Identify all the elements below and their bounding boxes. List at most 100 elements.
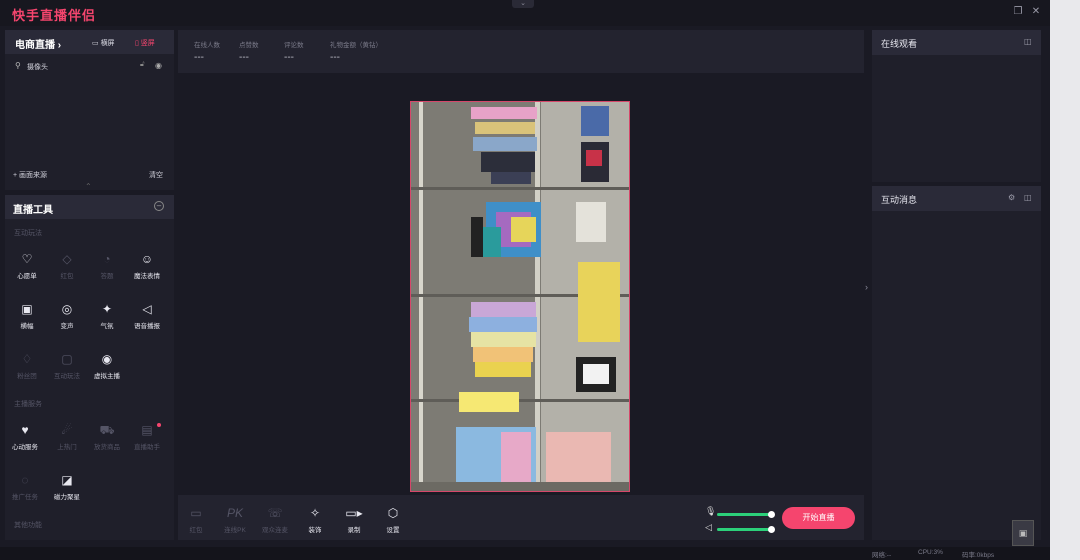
tool-red-packet[interactable]: ◇ 红包	[47, 250, 87, 284]
clear-button[interactable]: 清空	[149, 170, 163, 180]
cpu-status: CPU:3%	[918, 549, 943, 556]
popout-icon[interactable]: ◫	[1024, 37, 1032, 46]
portrait-toggle[interactable]: ▯ 竖屏	[135, 38, 155, 48]
tool-virtual-anchor[interactable]: ◉ 虚拟主播	[87, 350, 127, 384]
stat-label: 在线人数	[194, 42, 220, 49]
quiz-icon: ◔	[103, 252, 111, 266]
stat-label: 礼物金额（黄钻）	[330, 42, 382, 49]
tool-label: 气氛	[100, 323, 114, 330]
stat-online: 在线人数 ---	[194, 39, 220, 63]
speaker-icon: ◁	[142, 302, 152, 316]
bottom-tool-label: 红包	[189, 527, 203, 534]
voice-change-icon: ◎	[61, 302, 73, 316]
messages-title: 互动消息	[881, 195, 918, 205]
source-item-camera[interactable]: ⚲ 摄像头 🔓︎ ◉	[5, 60, 174, 74]
cart-icon: ⛟	[99, 423, 115, 437]
tool-heart-service[interactable]: ♥ 心动服务	[5, 421, 45, 455]
eye-icon[interactable]: ◉	[155, 61, 162, 70]
tool-label: 虚拟主播	[94, 373, 120, 380]
bottom-settings[interactable]: ⬡ 设置	[373, 505, 413, 534]
tool-label: 横幅	[20, 323, 34, 330]
tool-quiz[interactable]: ◔ 答题	[87, 250, 127, 284]
landscape-toggle[interactable]: ▭ 横屏	[92, 38, 115, 48]
tool-interactive-game[interactable]: ▢ 互动玩法	[47, 350, 87, 384]
bottom-tool-label: 录制	[347, 527, 361, 534]
tool-label: 变声	[60, 323, 74, 330]
add-source-button[interactable]: + 画面来源	[13, 170, 47, 180]
tool-assistant[interactable]: ▤ 直播助手	[127, 421, 167, 455]
bottom-tool-label: 观众连麦	[262, 527, 288, 534]
settings-icon[interactable]: ⚙	[1008, 193, 1015, 202]
wishlist-icon: ♡	[21, 252, 33, 266]
bottom-co-host[interactable]: ☏ 观众连麦	[255, 505, 295, 534]
bottom-toolbar: ▭ 红包 PK 连线PK ☏ 观众连麦 ✧ 装饰 ▭▸ 录制 ⬡ 设置 🎙︎ ◁ 开始直播	[178, 495, 864, 540]
app-title: 快手直播伴侣	[12, 8, 97, 23]
promo-task-icon: ◌	[21, 473, 29, 487]
live-tools-panel: 直播工具 – 互动玩法 ♡ 心愿单 ◇ 红包 ◔ 答题 ☺ 魔法表情 ▣ 横幅 ◎ 变声 ✦…	[5, 195, 174, 540]
record-icon: ▭▸	[345, 506, 363, 520]
section-label: 其他功能	[14, 522, 42, 529]
tool-voice-change[interactable]: ◎ 变声	[47, 300, 87, 334]
fan-club-icon: ♢	[21, 352, 33, 366]
tool-magnetic-star[interactable]: ◪ 磁力聚星	[47, 471, 87, 505]
network-status: 网络:--	[872, 552, 892, 559]
tool-label: 推广任务	[12, 494, 38, 501]
decorate-icon: ✧	[309, 506, 321, 520]
chevron-down-icon[interactable]: ⌄	[512, 0, 534, 8]
party-icon: ✦	[101, 302, 113, 316]
speaker-volume-slider[interactable]	[717, 526, 775, 533]
tool-label: 放货商品	[94, 444, 120, 451]
stat-value: ---	[239, 52, 249, 63]
bottom-pk[interactable]: PK 连线PK	[215, 505, 255, 534]
tool-label: 互动玩法	[54, 373, 80, 380]
collapse-right-icon[interactable]: ›	[865, 282, 868, 292]
tool-hot[interactable]: ☄ 上热门	[47, 421, 87, 455]
notification-dot	[157, 423, 161, 427]
red-packet-icon: ▭	[190, 506, 202, 520]
tool-wishlist[interactable]: ♡ 心愿单	[7, 250, 47, 284]
scene-panel: 电商直播 › ▭ 横屏 ▯ 竖屏 ⚲ 摄像头 🔓︎ ◉ + 画面来源 清空 ⌃	[5, 30, 174, 191]
microphone-icon[interactable]: 🎙︎	[705, 506, 716, 517]
app-thumbnail-icon[interactable]: ▣	[1012, 520, 1034, 546]
stat-likes: 点赞数 ---	[239, 39, 259, 63]
tool-voice-broadcast[interactable]: ◁ 语音播报	[127, 300, 167, 334]
start-live-button[interactable]: 开始直播	[782, 507, 855, 529]
tool-label: 磁力聚星	[54, 494, 80, 501]
collapse-icon[interactable]: –	[154, 201, 164, 211]
mic-volume-slider[interactable]	[717, 511, 775, 518]
live-mode-selector[interactable]: 电商直播 ›	[15, 36, 61, 51]
star-icon: ◪	[61, 473, 73, 487]
close-icon[interactable]: ✕	[1030, 6, 1042, 18]
pin-icon: ⚲	[15, 61, 21, 70]
messages-panel: 互动消息 ⚙ ◫	[872, 186, 1041, 540]
viewers-panel: 在线观看 ◫	[872, 30, 1041, 182]
camera-preview[interactable]	[410, 101, 630, 492]
bottom-tool-label: 装饰	[308, 527, 322, 534]
tool-promo-task[interactable]: ◌ 推广任务	[5, 471, 45, 505]
tool-party[interactable]: ✦ 气氛	[87, 300, 127, 334]
tool-products[interactable]: ⛟ 放货商品	[87, 421, 127, 455]
restore-icon[interactable]: ❐	[1012, 6, 1024, 18]
live-stats-bar: 在线人数 --- 点赞数 --- 评论数 --- 礼物金额（黄钻） ---	[178, 30, 864, 73]
tool-label: 心动服务	[12, 444, 38, 451]
tool-label: 上热门	[57, 444, 77, 451]
bottom-decorate[interactable]: ✧ 装饰	[295, 505, 335, 534]
tools-header: 直播工具 –	[5, 195, 174, 219]
bottom-record[interactable]: ▭▸ 录制	[334, 505, 374, 534]
popout-icon[interactable]: ◫	[1024, 193, 1032, 202]
stat-comments: 评论数 ---	[284, 39, 304, 63]
speaker-icon[interactable]: ◁	[705, 522, 712, 533]
tool-fan-club[interactable]: ♢ 粉丝团	[7, 350, 47, 384]
tool-label: 语音播报	[134, 323, 160, 330]
tool-magic-emoji[interactable]: ☺ 魔法表情	[127, 250, 167, 284]
landscape-icon: ▭	[92, 40, 101, 47]
tool-banner[interactable]: ▣ 横幅	[7, 300, 47, 334]
stat-value: ---	[330, 52, 340, 63]
chevron-up-icon[interactable]: ⌃	[85, 182, 92, 191]
status-bar: 网络:-- CPU:3% 码率:0kbps	[0, 547, 1050, 560]
tool-label: 心愿单	[17, 273, 37, 280]
tool-label: 粉丝团	[17, 373, 37, 380]
lock-icon[interactable]: 🔓︎	[140, 61, 145, 69]
bottom-red-packet[interactable]: ▭ 红包	[176, 505, 216, 534]
tool-label: 魔法表情	[134, 273, 160, 280]
